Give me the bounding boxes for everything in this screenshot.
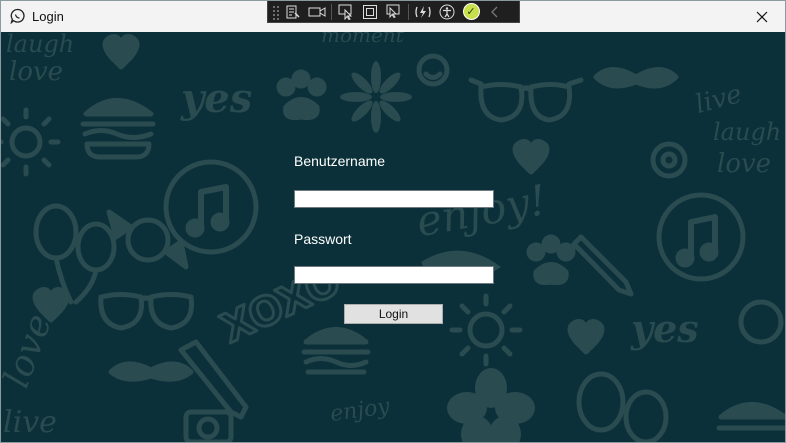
login-button[interactable]: Login — [344, 304, 443, 324]
username-field[interactable] — [294, 190, 494, 208]
track-focus-icon — [386, 4, 400, 18]
accessibility-button[interactable] — [435, 2, 459, 22]
toolbar-grip-icon[interactable] — [271, 4, 281, 20]
xaml-debug-toolbar: ✓ — [267, 1, 520, 23]
video-icon — [308, 6, 326, 17]
svg-text:enjoy: enjoy — [329, 394, 392, 427]
collapse-toolbar-button[interactable] — [483, 2, 507, 22]
close-button[interactable] — [739, 1, 785, 32]
password-label: Passwort — [294, 231, 352, 247]
toolbar-separator — [408, 3, 409, 20]
live-visual-tree-icon — [286, 5, 300, 18]
svg-text:love: love — [717, 149, 771, 179]
track-focus-button[interactable] — [382, 2, 406, 22]
chat-bubble-icon — [10, 8, 25, 24]
window-title: Login — [32, 9, 64, 24]
svg-text:enjoy!: enjoy! — [413, 175, 550, 246]
accessibility-icon — [439, 4, 455, 19]
binding-status-button[interactable]: ✓ — [459, 2, 483, 22]
display-layout-adorners-icon — [363, 4, 377, 19]
svg-text:laugh: laugh — [713, 118, 781, 146]
login-window: Login ✓ enjoy! yes yes XOXO live laugh l… — [0, 0, 786, 443]
hot-reload-icon — [415, 5, 431, 18]
username-label: Benutzername — [294, 153, 386, 169]
login-content: enjoy! yes yes XOXO live laugh love laug… — [1, 32, 785, 442]
hot-reload-button[interactable] — [411, 2, 435, 22]
toolbar-separator — [331, 3, 332, 20]
select-element-icon — [338, 4, 353, 20]
close-icon — [756, 11, 768, 22]
collapse-chevron-icon — [491, 6, 498, 17]
svg-text:yes: yes — [630, 306, 699, 351]
svg-text:live: live — [3, 405, 57, 440]
svg-text:live: live — [692, 79, 745, 120]
select-element-button[interactable] — [334, 2, 358, 22]
display-layout-adorners-button[interactable] — [358, 2, 382, 22]
svg-text:yes: yes — [180, 75, 252, 122]
live-visual-tree-button[interactable] — [281, 2, 305, 22]
doodle-background: enjoy! yes yes XOXO live laugh love laug… — [1, 32, 785, 442]
binding-ok-icon: ✓ — [462, 3, 480, 20]
svg-text:moment: moment — [321, 32, 405, 47]
password-field[interactable] — [294, 266, 494, 284]
video-button[interactable] — [305, 2, 329, 22]
svg-text:laugh: laugh — [6, 32, 74, 58]
svg-text:love: love — [9, 57, 63, 87]
